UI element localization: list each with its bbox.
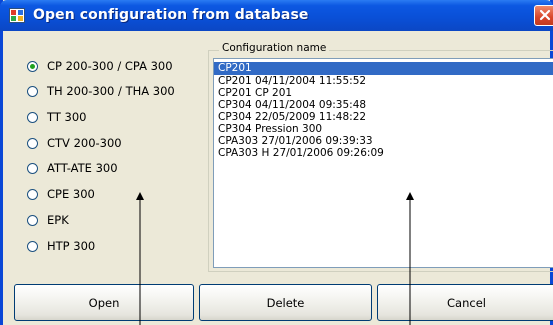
dialog-window: Open configuration from database Configu… xyxy=(0,0,553,325)
radio-option[interactable]: ATT-ATE 300 xyxy=(27,160,118,176)
radio-button[interactable] xyxy=(27,137,38,149)
close-icon xyxy=(539,9,551,21)
radio-label: ATT-ATE 300 xyxy=(47,161,118,175)
configuration-listbox[interactable]: CP201 CP201 04/11/2004 11:55:52 CP201 CP 2… xyxy=(213,58,553,268)
list-item[interactable]: CPA303 H 27/01/2006 09:26:09 xyxy=(214,147,553,159)
list-item[interactable]: CP201 CP 201 xyxy=(214,87,553,99)
arrow-up-icon xyxy=(406,192,414,325)
radio-option[interactable]: CP 200-300 / CPA 300 xyxy=(27,58,173,74)
list-item[interactable]: CP304 22/05/2009 11:48:22 xyxy=(214,111,553,123)
list-item[interactable]: CP304 04/11/2004 09:35:48 xyxy=(214,99,553,111)
radio-button[interactable] xyxy=(27,214,38,226)
radio-label: CPE 300 xyxy=(47,187,95,201)
radio-option[interactable]: TH 200-300 / THA 300 xyxy=(27,83,175,99)
radio-label: TH 200-300 / THA 300 xyxy=(47,84,175,98)
radio-button[interactable] xyxy=(27,60,38,72)
radio-label: EPK xyxy=(47,213,69,227)
delete-button[interactable]: Delete xyxy=(199,284,372,321)
app-icon xyxy=(9,8,25,23)
radio-label: HTP 300 xyxy=(47,239,96,253)
radio-button[interactable] xyxy=(27,162,38,174)
radio-option[interactable]: EPK xyxy=(27,212,69,228)
radio-button[interactable] xyxy=(27,188,38,200)
list-item[interactable]: CPA303 27/01/2006 09:39:33 xyxy=(214,135,553,147)
radio-button[interactable] xyxy=(27,111,38,123)
radio-label: CP 200-300 / CPA 300 xyxy=(47,59,173,73)
list-item[interactable]: CP201 04/11/2004 11:55:52 xyxy=(214,75,553,87)
radio-option[interactable]: TT 300 xyxy=(27,109,86,125)
title-bar[interactable]: Open configuration from database xyxy=(0,0,553,31)
radio-label: TT 300 xyxy=(47,110,87,124)
radio-option[interactable]: CPE 300 xyxy=(27,186,95,202)
radio-option[interactable]: HTP 300 xyxy=(27,238,95,254)
list-item[interactable]: CP201 xyxy=(214,62,553,75)
list-item[interactable]: CP304 Pression 300 xyxy=(214,123,553,135)
radio-button[interactable] xyxy=(27,85,38,97)
radio-option[interactable]: CTV 200-300 xyxy=(27,135,122,151)
configuration-legend: Configuration name xyxy=(219,42,330,54)
window-title: Open configuration from database xyxy=(33,7,309,23)
open-button[interactable]: Open xyxy=(14,284,194,321)
radio-button[interactable] xyxy=(27,240,38,252)
close-button[interactable] xyxy=(534,5,553,26)
radio-label: CTV 200-300 xyxy=(47,136,122,150)
arrow-up-icon xyxy=(136,192,144,325)
